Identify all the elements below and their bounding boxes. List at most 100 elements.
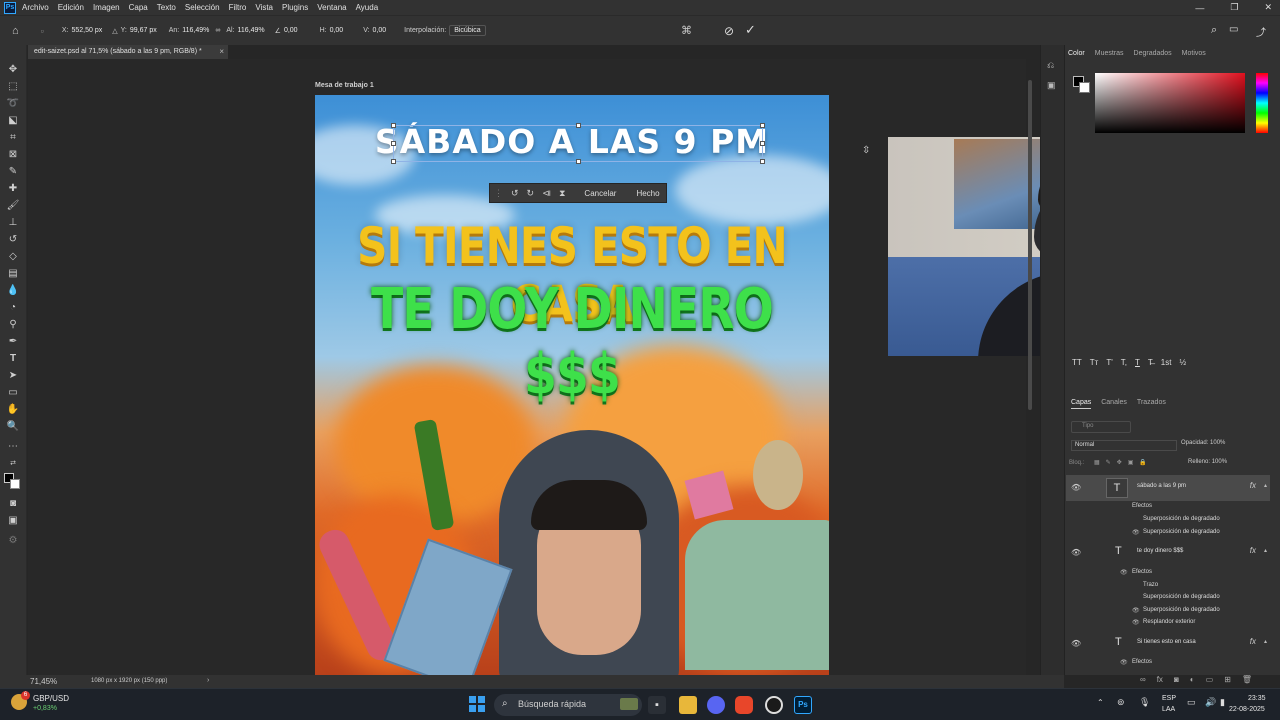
effect-item[interactable]: Superposición de degradado — [1143, 516, 1220, 522]
object-select-tool-icon[interactable]: ⬕ — [5, 114, 21, 128]
microphone-icon[interactable]: 🎙 — [1139, 697, 1150, 708]
superscript-button[interactable]: T' — [1106, 358, 1112, 367]
crop-tool-icon[interactable]: ⌗ — [5, 131, 21, 145]
status-menu-arrow-icon[interactable]: › — [207, 677, 209, 684]
marquee-tool-icon[interactable]: ⬚ — [5, 80, 21, 94]
close-tab-icon[interactable]: × — [219, 47, 224, 56]
transform-handle[interactable] — [760, 123, 765, 128]
type-tool-icon[interactable]: T — [5, 352, 21, 366]
start-button[interactable] — [469, 696, 485, 712]
transform-handle[interactable] — [391, 159, 396, 164]
discord-icon[interactable] — [707, 696, 725, 714]
path-selection-tool-icon[interactable]: ➤ — [5, 369, 21, 383]
color-picker-field[interactable] — [1095, 73, 1245, 133]
vertical-scrollbar[interactable] — [1028, 80, 1032, 410]
all-caps-button[interactable]: TT — [1072, 358, 1082, 367]
effect-visibility-icon[interactable]: 👁 — [1132, 619, 1140, 626]
layer-fx-icon[interactable]: fx — [1250, 546, 1256, 555]
eraser-tool-icon[interactable]: ◇ — [5, 250, 21, 264]
blend-mode-select[interactable]: Normal — [1071, 440, 1177, 451]
strikethrough-button[interactable]: T̶ — [1148, 358, 1153, 367]
pen-tool-icon[interactable]: ✒ — [5, 335, 21, 349]
menu-capa[interactable]: Capa — [129, 3, 148, 12]
transform-handle[interactable] — [576, 123, 581, 128]
artboard-canvas[interactable]: SÁBADO A LAS 9 PM ⋮ ↺ ↻ ⧏ ⧗ Cancelar Hec… — [315, 95, 829, 677]
visibility-eye-icon[interactable]: 👁 — [1071, 483, 1081, 492]
transform-handle[interactable] — [760, 141, 765, 146]
width-field[interactable]: 116,49% — [182, 27, 209, 34]
x-field[interactable]: 552,50 px — [71, 27, 102, 34]
effect-visibility-icon[interactable]: 👁 — [1120, 659, 1128, 666]
menu-texto[interactable]: Texto — [157, 3, 176, 12]
vskew-field[interactable]: 0,00 — [373, 27, 387, 34]
layer-row[interactable]: 👁 T Si tienes esto en casa fx ▴ — [1066, 631, 1270, 657]
menu-plugins[interactable]: Plugins — [282, 3, 308, 12]
battery-icon[interactable]: ▮ — [1220, 697, 1225, 708]
layer-row[interactable]: 👁 T sábado a las 9 pm fx ▴ — [1066, 475, 1270, 501]
collapse-arrow-icon[interactable]: ▴ — [1264, 638, 1267, 645]
effect-item[interactable]: Superposición de degradado — [1143, 594, 1220, 600]
workspace-icon[interactable]: ▭ — [1229, 24, 1238, 35]
small-caps-button[interactable]: Tт — [1090, 358, 1099, 367]
network-icon[interactable]: ⊚ — [1117, 697, 1125, 708]
interpolation-select[interactable]: Bicúbica — [449, 25, 486, 36]
brush-tool-icon[interactable]: 🖌 — [5, 199, 21, 213]
rotate-left-icon[interactable]: ↺ — [511, 188, 519, 199]
keyboard-layout-indicator[interactable]: LAA — [1162, 706, 1175, 713]
more-tools-icon[interactable]: ⋯ — [5, 440, 21, 454]
transform-handle[interactable] — [576, 159, 581, 164]
delete-layer-icon[interactable]: 🗑 — [1242, 675, 1252, 684]
move-tool-icon[interactable]: ✥ — [5, 63, 21, 77]
ticker-name[interactable]: GBP/USD — [33, 694, 69, 703]
hue-slider[interactable] — [1256, 73, 1268, 133]
obs-studio-icon[interactable] — [765, 696, 783, 714]
language-indicator[interactable]: ESP — [1162, 695, 1176, 702]
subscript-button[interactable]: T, — [1121, 358, 1127, 367]
layer-fx-icon[interactable]: fx — [1250, 637, 1256, 646]
transform-handle[interactable] — [391, 141, 396, 146]
background-color-swatch[interactable] — [10, 479, 20, 489]
adjustment-layer-icon[interactable]: ◐ — [1190, 675, 1195, 684]
comments-panel-icon[interactable]: ▣ — [1047, 80, 1056, 91]
menu-vista[interactable]: Vista — [255, 3, 273, 12]
transform-bounding-box[interactable] — [391, 123, 765, 164]
healing-brush-tool-icon[interactable]: ✚ — [5, 182, 21, 196]
clone-stamp-tool-icon[interactable]: ⊥ — [5, 216, 21, 230]
lock-icons[interactable]: ▦✎✥▣🔒 — [1094, 460, 1153, 466]
fractions-button[interactable]: ½ — [1179, 358, 1186, 367]
lasso-tool-icon[interactable]: ➰ — [5, 97, 21, 111]
opacity-field[interactable]: 100% — [1210, 440, 1225, 446]
collapse-arrow-icon[interactable]: ▴ — [1264, 547, 1267, 554]
y-field[interactable]: 99,67 px — [130, 27, 157, 34]
cancel-button[interactable]: Cancelar — [584, 189, 616, 198]
default-colors-icon[interactable]: ⇄ — [5, 457, 21, 471]
edit-toolbar-icon[interactable]: ⚙ — [5, 534, 21, 548]
volume-icon[interactable]: 🔊 — [1205, 697, 1216, 708]
menu-ayuda[interactable]: Ayuda — [356, 3, 379, 12]
tab-canales[interactable]: Canales — [1101, 399, 1127, 409]
done-button[interactable]: Hecho — [636, 189, 659, 198]
rotate-right-icon[interactable]: ↻ — [527, 188, 535, 199]
effect-item[interactable]: Resplandor exterior — [1143, 619, 1195, 625]
menu-edicion[interactable]: Edición — [58, 3, 84, 12]
layer-filter-input[interactable]: Tipo — [1071, 421, 1131, 433]
panel-background-swatch[interactable] — [1079, 82, 1090, 93]
eyedropper-tool-icon[interactable]: ✎ — [5, 165, 21, 179]
menu-seleccion[interactable]: Selección — [185, 3, 220, 12]
height-field[interactable]: 116,49% — [238, 27, 265, 34]
link-icon[interactable]: ∞ — [215, 27, 220, 34]
display-icon[interactable]: ▭ — [1187, 697, 1196, 708]
file-explorer-icon[interactable] — [679, 696, 697, 714]
dodge-tool-icon[interactable]: ◔ — [5, 301, 21, 315]
layer-fx-icon[interactable]: fx — [1250, 481, 1256, 490]
visibility-eye-icon[interactable]: 👁 — [1071, 639, 1081, 648]
menu-filtro[interactable]: Filtro — [229, 3, 247, 12]
gradient-tool-icon[interactable]: ▤ — [5, 267, 21, 281]
effect-visibility-icon[interactable]: 👁 — [1132, 529, 1140, 536]
flip-horizontal-icon[interactable]: ⧏ — [542, 188, 551, 199]
search-icon[interactable]: ⌕ — [1211, 24, 1217, 37]
add-style-icon[interactable]: fx — [1157, 675, 1163, 684]
fill-field[interactable]: 100% — [1212, 459, 1227, 465]
maximize-button[interactable]: ❐ — [1230, 2, 1238, 13]
underline-button[interactable]: T — [1135, 358, 1140, 367]
